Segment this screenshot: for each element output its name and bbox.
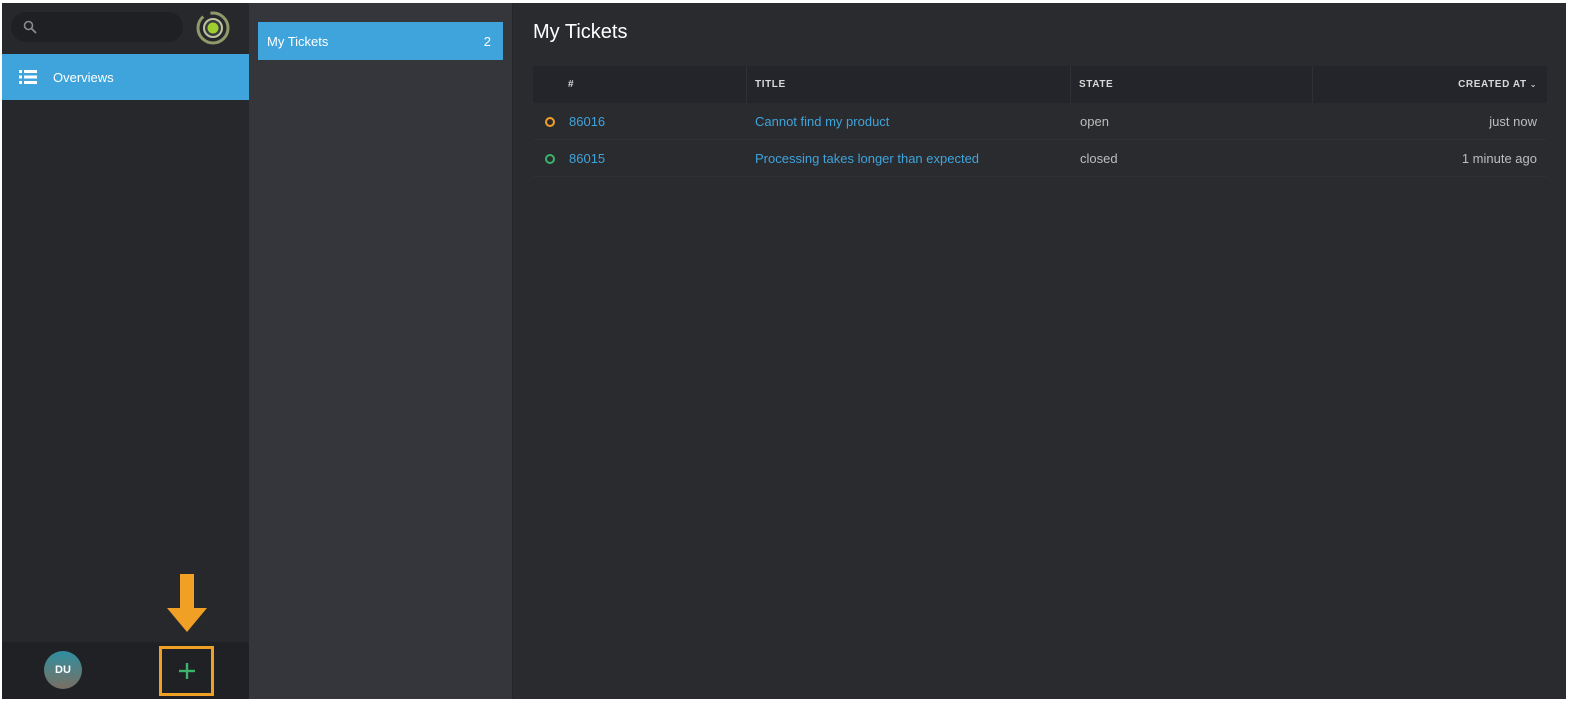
main-content: My Tickets # TITLE STATE CREATED AT ⌄ 86… [513, 3, 1566, 699]
table-row[interactable]: 86016 Cannot find my product open just n… [533, 103, 1547, 140]
ticket-title-link[interactable]: Processing takes longer than expected [755, 140, 979, 177]
overview-item-count: 2 [483, 33, 491, 49]
ticket-state: open [1080, 114, 1109, 129]
new-ticket-button[interactable] [159, 646, 214, 696]
status-closed-icon [545, 153, 555, 164]
nav-header [2, 3, 249, 54]
ticket-number-link[interactable]: 86015 [569, 140, 605, 177]
ticket-table: # TITLE STATE CREATED AT ⌄ 86016 Cannot … [533, 66, 1547, 177]
arrow-down-icon [167, 574, 207, 632]
user-avatar[interactable]: DU [44, 651, 82, 689]
page-title: My Tickets [533, 21, 628, 43]
nav-item-label: Overviews [53, 69, 114, 85]
nav-item-overviews[interactable]: Overviews [2, 54, 249, 100]
search-icon [23, 20, 37, 34]
nav-footer: DU [2, 642, 249, 699]
ticket-number-link[interactable]: 86016 [569, 103, 605, 140]
column-header-created-at[interactable]: CREATED AT ⌄ [1312, 66, 1547, 103]
chevron-down-icon: ⌄ [1529, 80, 1537, 89]
list-icon [19, 70, 37, 84]
logo-icon[interactable] [196, 11, 230, 45]
table-header: # TITLE STATE CREATED AT ⌄ [533, 66, 1547, 103]
overview-item-label: My Tickets [267, 33, 329, 49]
search-input[interactable] [11, 12, 183, 42]
main-navigation: Overviews DU [2, 3, 249, 699]
plus-icon [178, 663, 195, 679]
column-header-state[interactable]: STATE [1070, 66, 1113, 103]
overview-item-my-tickets[interactable]: My Tickets 2 [258, 22, 503, 60]
ticket-state: closed [1080, 151, 1118, 166]
ticket-title-link[interactable]: Cannot find my product [755, 103, 889, 140]
table-row[interactable]: 86015 Processing takes longer than expec… [533, 140, 1547, 177]
ticket-created: 1 minute ago [1461, 151, 1537, 166]
column-header-title[interactable]: TITLE [746, 66, 786, 103]
status-open-icon [545, 116, 555, 127]
app-window: Overviews DU My Tickets 2 My Tickets # T… [2, 3, 1566, 699]
column-header-number[interactable]: # [568, 66, 574, 103]
ticket-created: just now [1489, 114, 1537, 129]
overview-list: My Tickets 2 [249, 3, 513, 699]
